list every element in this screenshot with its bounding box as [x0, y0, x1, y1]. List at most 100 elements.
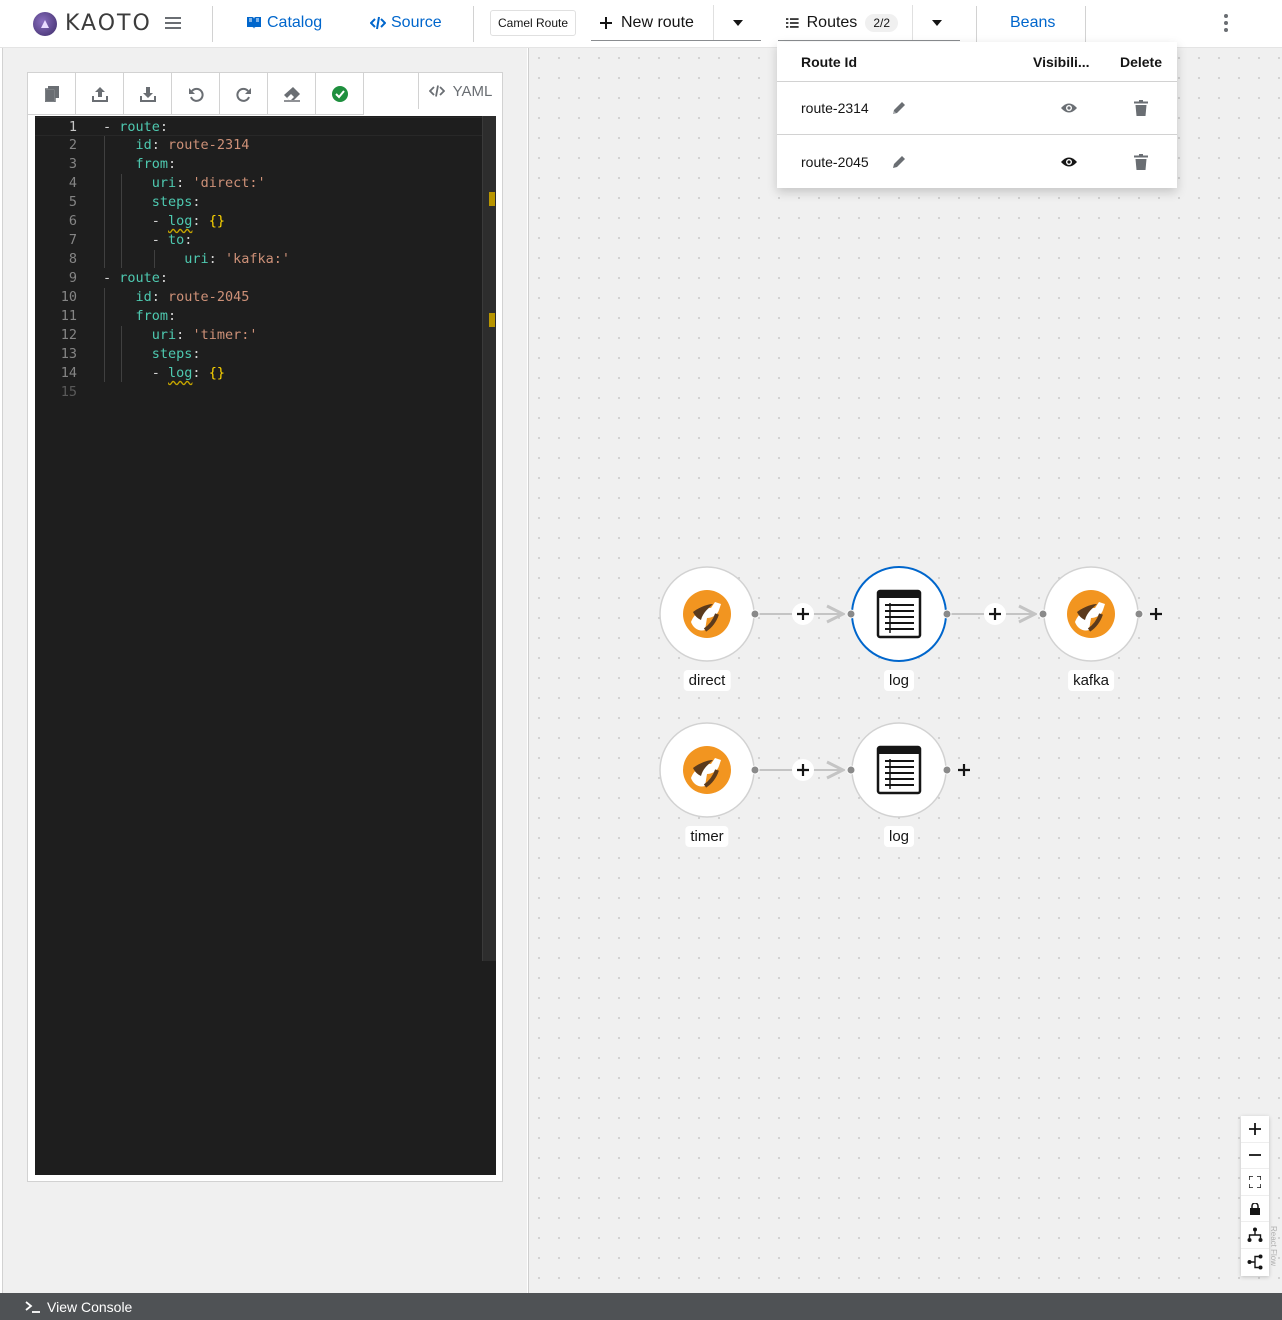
route-id-label: route-2045 — [801, 153, 869, 170]
clear-button[interactable] — [268, 73, 316, 115]
code-line: 7 - to: — [68, 232, 193, 248]
view-console-label: View Console — [47, 1298, 133, 1315]
eye-icon — [1061, 157, 1077, 166]
horizontal-layout-icon — [1247, 1254, 1263, 1270]
visibility-toggle[interactable] — [1033, 102, 1105, 114]
redo-button[interactable] — [220, 73, 268, 115]
check-circle-icon — [331, 85, 348, 102]
routes-label: Routes — [806, 13, 858, 31]
warning-marker — [489, 192, 495, 206]
lock-icon — [1250, 1202, 1260, 1215]
code-line: 12 uri: 'timer:' — [60, 327, 258, 343]
brand-name: KAOTO — [65, 11, 152, 36]
caret-down-icon — [732, 19, 743, 26]
code-line: 6 - log: {} — [68, 213, 225, 229]
yaml-code-editor[interactable]: 1- route: 2 id: route-2314 3 from: 4 uri… — [35, 116, 496, 1175]
code-editor-card: YAML 1- route: 2 id: route-2314 3 from: … — [27, 72, 503, 1182]
lock-button[interactable] — [1241, 1196, 1269, 1223]
node-direct[interactable] — [659, 566, 755, 662]
routes-button[interactable]: Routes 2/2 — [778, 5, 912, 40]
append-step-plus-icon[interactable] — [1145, 603, 1167, 625]
validate-button[interactable] — [316, 73, 364, 115]
upload-button[interactable] — [76, 73, 124, 115]
redo-icon — [235, 87, 251, 102]
routes-toggle[interactable] — [912, 5, 960, 40]
kaoto-logo-icon — [33, 11, 57, 36]
routes-table-header: Route Id Visibili... Delete — [777, 42, 1177, 82]
book-icon — [247, 17, 261, 29]
node-kafka[interactable] — [1043, 566, 1139, 662]
hamburger-menu-icon[interactable] — [164, 14, 182, 32]
delete-route-button[interactable] — [1105, 100, 1177, 116]
add-step-plus-icon[interactable] — [792, 759, 814, 781]
catalog-link[interactable]: Catalog — [246, 14, 322, 32]
download-button[interactable] — [124, 73, 172, 115]
new-route-toggle[interactable] — [713, 5, 761, 40]
copy-icon — [44, 85, 59, 102]
beans-link[interactable]: Beans — [1010, 14, 1055, 32]
routes-split-button: Routes 2/2 — [778, 5, 960, 41]
download-icon — [139, 86, 156, 102]
zoom-in-button[interactable] — [1241, 1116, 1269, 1143]
copy-button[interactable] — [28, 73, 76, 115]
code-line: 11 from: — [60, 308, 177, 324]
zoom-out-button[interactable] — [1241, 1143, 1269, 1170]
view-console-bar[interactable]: View Console — [0, 1293, 1282, 1320]
new-route-button[interactable]: New route — [591, 5, 713, 40]
route-id-header: Route Id — [801, 53, 857, 70]
vertical-layout-icon — [1247, 1227, 1263, 1243]
indent-guide — [121, 326, 122, 382]
warning-marker — [489, 313, 495, 327]
list-icon — [786, 17, 799, 28]
yaml-tab-label: YAML — [452, 82, 493, 100]
vertical-layout-button[interactable] — [1241, 1222, 1269, 1249]
routes-count-badge: 2/2 — [865, 13, 898, 32]
react-flow-attribution[interactable]: React Flow — [1269, 1226, 1278, 1266]
pencil-icon[interactable] — [891, 154, 907, 170]
canvas-controls — [1241, 1116, 1269, 1276]
code-line: 4 uri: 'direct:' — [68, 175, 266, 191]
header-divider — [1085, 6, 1086, 42]
node-label-timer: timer — [685, 826, 729, 847]
add-step-plus-icon[interactable] — [984, 603, 1006, 625]
caret-down-icon — [931, 19, 942, 26]
node-log[interactable] — [851, 722, 947, 818]
append-step-plus-icon[interactable] — [953, 759, 975, 781]
editor-toolbar — [28, 73, 364, 115]
code-line: 2 id: route-2314 — [68, 137, 250, 153]
indent-guide — [104, 136, 105, 268]
add-step-plus-icon[interactable] — [792, 603, 814, 625]
yaml-language-tab[interactable]: YAML — [418, 73, 502, 109]
upload-icon — [91, 86, 108, 102]
node-label-direct: direct — [683, 670, 731, 691]
node-log-selected[interactable] — [851, 566, 947, 662]
node-label-kafka: kafka — [1068, 670, 1114, 691]
camel-route-type-button[interactable]: Camel Route — [490, 10, 577, 36]
node-timer[interactable] — [659, 722, 755, 818]
fit-view-button[interactable] — [1241, 1169, 1269, 1196]
catalog-label: Catalog — [267, 14, 323, 31]
visualization-canvas[interactable]: direct log kafka timer log React Flow — [528, 48, 1282, 1293]
minus-icon — [1249, 1154, 1261, 1157]
editor-scrollbar[interactable] — [482, 116, 496, 961]
undo-button[interactable] — [172, 73, 220, 115]
code-line: 9- route: — [68, 270, 169, 286]
code-line: 14 - log: {} — [60, 365, 225, 381]
new-route-label: New route — [621, 13, 694, 31]
delete-route-button[interactable] — [1105, 153, 1177, 170]
header-divider — [976, 6, 977, 42]
horizontal-layout-button[interactable] — [1241, 1249, 1269, 1276]
routes-dropdown-menu: Route Id Visibili... Delete route-2314 r… — [777, 42, 1177, 188]
expand-icon — [1249, 1175, 1261, 1188]
beans-label: Beans — [1010, 14, 1056, 31]
route-row[interactable]: route-2314 — [777, 82, 1177, 135]
code-line: 10 id: route-2045 — [60, 289, 250, 305]
source-link[interactable]: Source — [370, 14, 442, 32]
route-row[interactable]: route-2045 — [777, 135, 1177, 188]
kebab-menu-icon[interactable] — [1218, 12, 1234, 34]
brand[interactable]: KAOTO — [33, 11, 152, 36]
new-route-split-button: New route — [591, 5, 761, 41]
visibility-toggle[interactable] — [1033, 156, 1105, 168]
undo-icon — [188, 87, 204, 102]
pencil-icon[interactable] — [891, 100, 907, 116]
